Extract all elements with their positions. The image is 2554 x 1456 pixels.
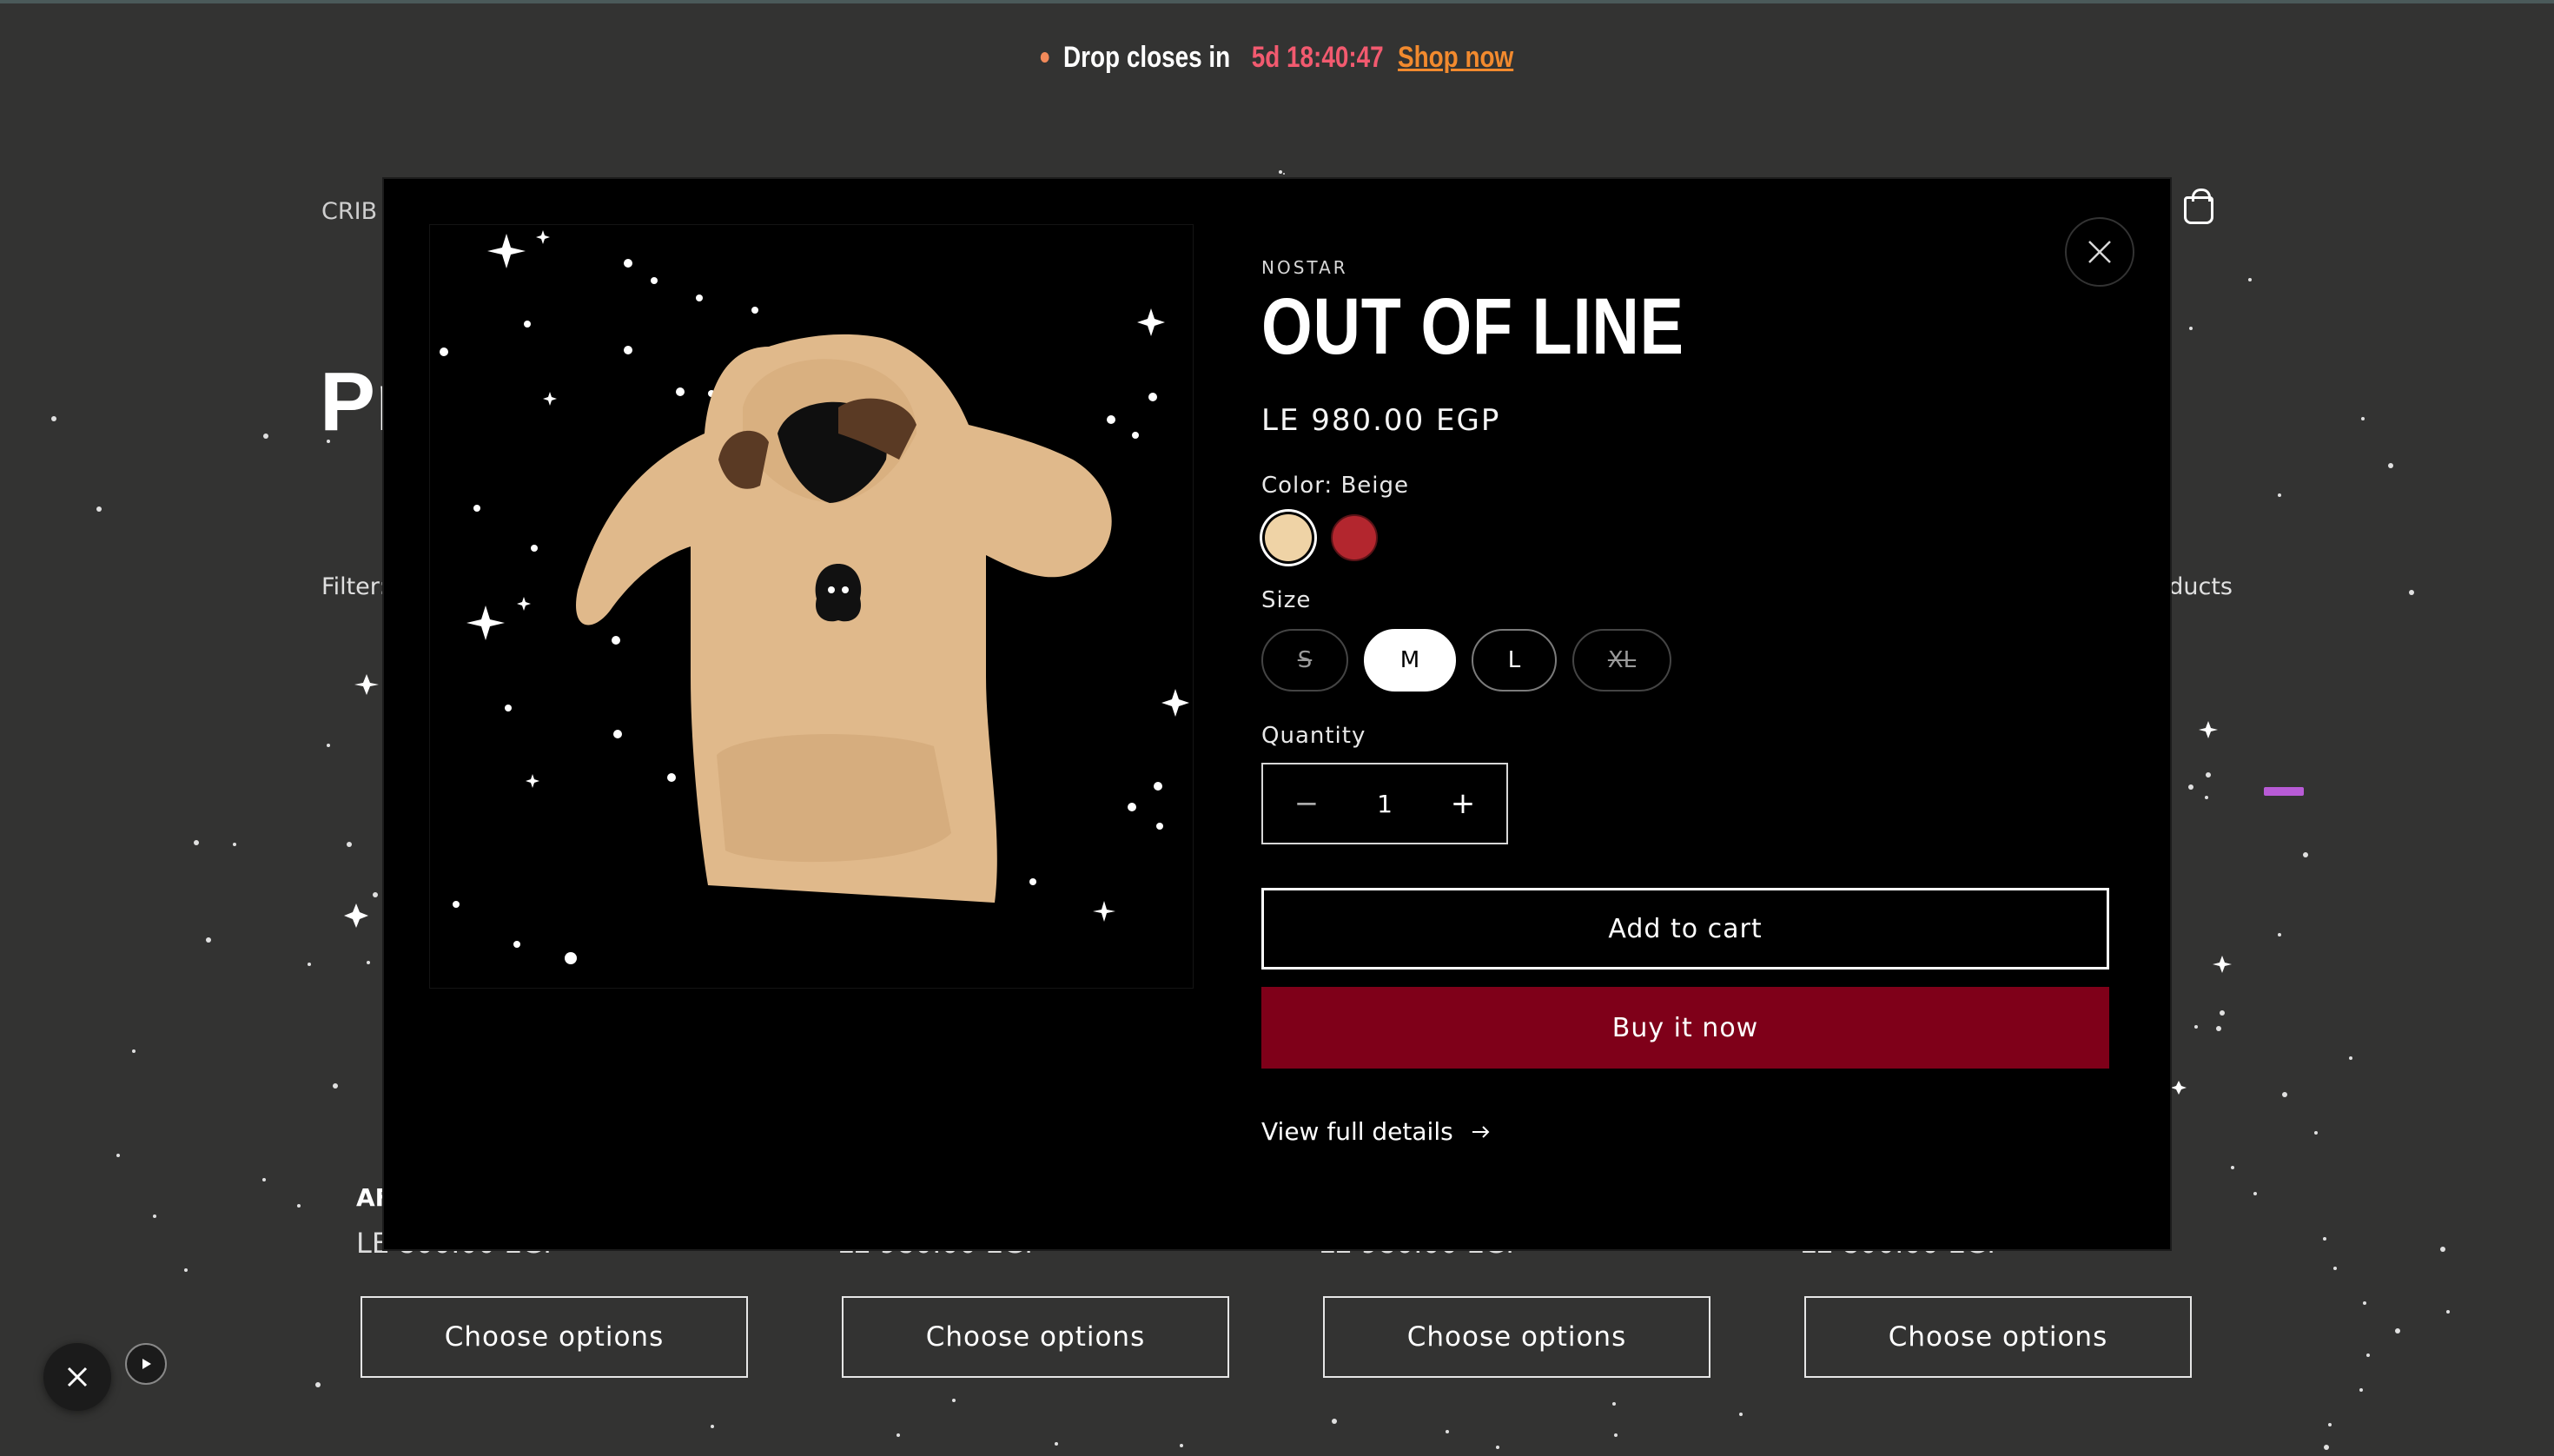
close-icon: [67, 1367, 88, 1387]
size-options: S M L XL: [1261, 629, 2109, 692]
color-swatch-red[interactable]: [1331, 514, 1378, 561]
product-price: LE 980.00 EGP: [1261, 403, 1501, 438]
quantity-increase-button[interactable]: +: [1446, 786, 1480, 821]
size-option-l[interactable]: L: [1472, 629, 1557, 692]
cart-icon[interactable]: [2184, 189, 2213, 224]
product-title: OUT OF LINE: [1261, 282, 1684, 371]
nav-item-crib[interactable]: CRIB: [321, 198, 377, 225]
floating-close-button[interactable]: [43, 1343, 111, 1411]
product-info: NOSTAR OUT OF LINE LE 980.00 EGP Color: …: [1261, 257, 2109, 1146]
quantity-stepper: − 1 +: [1261, 763, 1508, 844]
size-option-m[interactable]: M: [1364, 629, 1456, 692]
announcement-bar: Drop closes in 5d 18:40:47 Shop now: [230, 35, 2325, 80]
buy-now-button[interactable]: Buy it now: [1261, 987, 2109, 1069]
size-option-s[interactable]: S: [1261, 629, 1348, 692]
quantity-decrease-button[interactable]: −: [1289, 786, 1324, 821]
choose-options-button[interactable]: Choose options: [842, 1296, 1229, 1378]
floating-play-button[interactable]: [125, 1343, 167, 1385]
quantity-input[interactable]: 1: [1377, 790, 1393, 818]
live-dot-icon: [1040, 52, 1049, 63]
filter-label: Filter:: [321, 573, 387, 600]
product-count-label: ducts: [2168, 573, 2233, 600]
color-swatch-beige[interactable]: [1265, 514, 1312, 561]
color-swatches: [1261, 514, 2109, 561]
quantity-label: Quantity: [1261, 723, 1366, 749]
shop-now-link[interactable]: Shop now: [1398, 41, 1513, 75]
arrow-right-icon: [1472, 1125, 1490, 1138]
hoodie-product-image: [430, 225, 1193, 988]
product-image[interactable]: [429, 224, 1194, 989]
choose-options-button[interactable]: Choose options: [1323, 1296, 1710, 1378]
choose-options-button[interactable]: Choose options: [1804, 1296, 2192, 1378]
size-label: Size: [1261, 587, 1312, 613]
size-option-xl[interactable]: XL: [1572, 629, 1671, 692]
top-border: [0, 0, 2554, 3]
play-icon: [142, 1359, 151, 1369]
countdown-timer: 5d 18:40:47: [1251, 40, 1384, 74]
announcement-text: Drop closes in: [1063, 40, 1231, 74]
view-full-details-link[interactable]: View full details: [1261, 1117, 2109, 1146]
decorative-mark: [2264, 787, 2304, 796]
add-to-cart-button[interactable]: Add to cart: [1261, 888, 2109, 970]
quick-view-modal: NOSTAR OUT OF LINE LE 980.00 EGP Color: …: [384, 179, 2170, 1249]
product-vendor: NOSTAR: [1261, 257, 1348, 278]
view-full-details-label: View full details: [1261, 1117, 1453, 1146]
color-label: Color: Beige: [1261, 473, 1410, 499]
choose-options-button[interactable]: Choose options: [361, 1296, 748, 1378]
